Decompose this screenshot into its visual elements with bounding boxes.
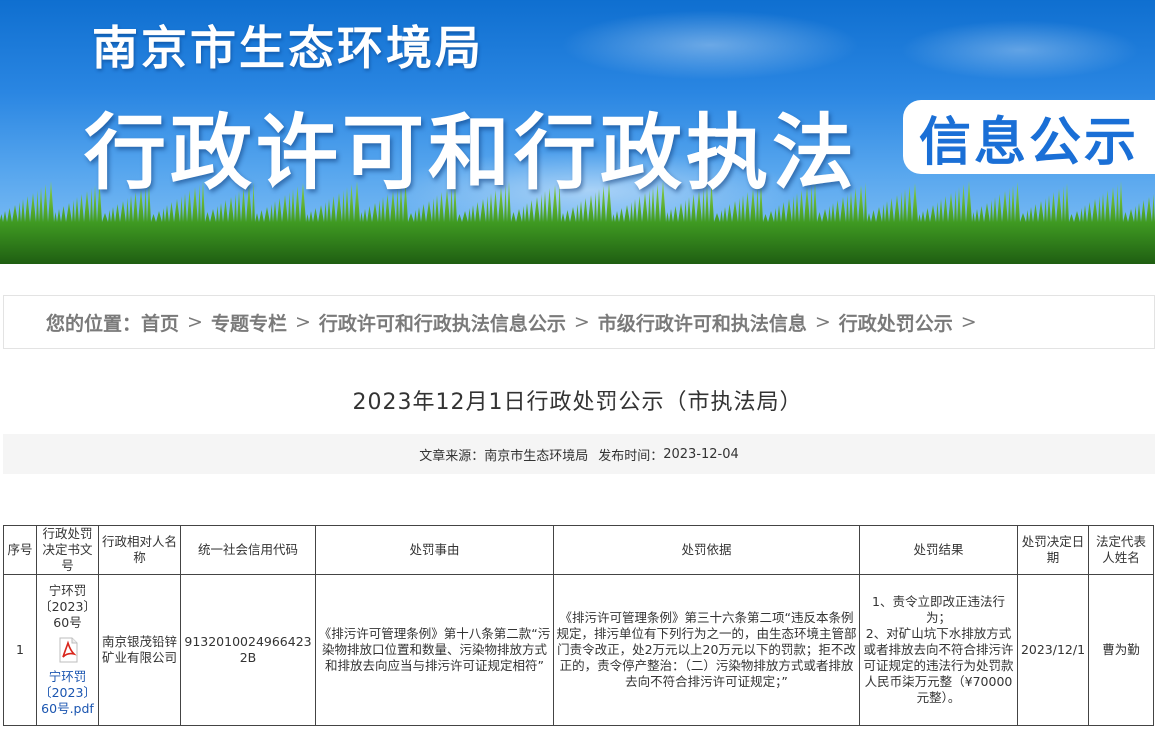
date-label: 发布时间： [598, 448, 664, 464]
article-meta: 文章来源： 南京市生态环境局 发布时间： 2023-12-04 [3, 434, 1155, 474]
cell-no: 1 [3, 574, 37, 726]
breadcrumb-penalty[interactable]: 行政处罚公示 [839, 309, 953, 336]
header-basis: 处罚依据 [553, 525, 860, 575]
header-result: 处罚结果 [859, 525, 1018, 575]
cell-doc-no: 宁环罚〔2023〕60号 宁环罚〔2023〕60号.pdf [36, 574, 99, 726]
header-legal-rep: 法定代表人姓名 [1088, 525, 1154, 575]
date-value: 2023-12-04 [663, 446, 739, 462]
source-value: 南京市生态环境局 [484, 448, 589, 464]
breadcrumb-separator: > [573, 311, 590, 333]
banner-badge: 信息公示 [903, 100, 1155, 174]
table-row: 1 宁环罚〔2023〕60号 宁环罚〔2023〕60号.pdf 南京银茂铅锌矿业… [3, 574, 1154, 726]
header-reason: 处罚事由 [315, 525, 554, 575]
breadcrumb-separator: > [814, 311, 831, 333]
breadcrumb-separator: > [187, 311, 203, 333]
pdf-icon[interactable] [56, 637, 80, 663]
cell-basis: 《排污许可管理条例》第三十六条第二项“违反本条例规定，排污单位有下列行为之一的，… [553, 574, 860, 726]
cell-legal-rep: 曹为勤 [1088, 574, 1154, 726]
source-label: 文章来源： [419, 448, 485, 464]
banner-main-title: 行政许可和行政执法 [84, 106, 859, 201]
cell-date: 2023/12/1 [1017, 574, 1089, 726]
header-doc-no: 行政处罚决定书文号 [36, 525, 99, 575]
breadcrumb-home[interactable]: 首页 [141, 309, 179, 336]
breadcrumb: 您的位置： 首页 > 专题专栏 > 行政许可和行政执法信息公示 > 市级行政许可… [3, 295, 1155, 349]
cloud-decoration [900, 20, 1140, 80]
breadcrumb-separator: > [960, 311, 977, 333]
header-credit-code: 统一社会信用代码 [180, 525, 316, 575]
breadcrumb-prefix: 您的位置： [46, 312, 142, 335]
breadcrumb-admin-info[interactable]: 行政许可和行政执法信息公示 [319, 309, 566, 336]
penalty-table: 序号 行政处罚决定书文号 行政相对人名称 统一社会信用代码 处罚事由 处罚依据 … [3, 525, 1154, 726]
cell-party: 南京银茂铅锌矿业有限公司 [98, 574, 181, 726]
header-no: 序号 [3, 525, 37, 575]
org-name: 南京市生态环境局 [92, 21, 484, 75]
table-header-row: 序号 行政处罚决定书文号 行政相对人名称 统一社会信用代码 处罚事由 处罚依据 … [3, 525, 1154, 575]
header-party: 行政相对人名称 [98, 525, 181, 575]
breadcrumb-special-topics[interactable]: 专题专栏 [211, 309, 287, 336]
header-banner: 南京市生态环境局 行政许可和行政执法 信息公示 [0, 0, 1155, 264]
attachment-link[interactable]: 宁环罚〔2023〕60号.pdf [39, 669, 96, 716]
banner-badge-text: 信息公示 [918, 112, 1139, 173]
header-date: 处罚决定日期 [1017, 525, 1089, 575]
cloud-decoration [560, 10, 860, 80]
cell-result: 1、责令立即改正违法行为； 2、对矿山坑下水排放方式或者排放去向不符合排污许可证… [859, 574, 1018, 726]
breadcrumb-separator: > [294, 311, 311, 333]
cell-reason: 《排污许可管理条例》第十八条第二款“污染物排放口位置和数量、污染物排放方式和排放… [315, 574, 554, 726]
breadcrumb-city-level[interactable]: 市级行政许可和执法信息 [598, 309, 807, 336]
article-title: 2023年12月1日行政处罚公示（市执法局） [352, 390, 803, 415]
cell-credit-code: 91320100249664232B [180, 574, 316, 726]
doc-number: 宁环罚〔2023〕60号 [39, 583, 96, 630]
